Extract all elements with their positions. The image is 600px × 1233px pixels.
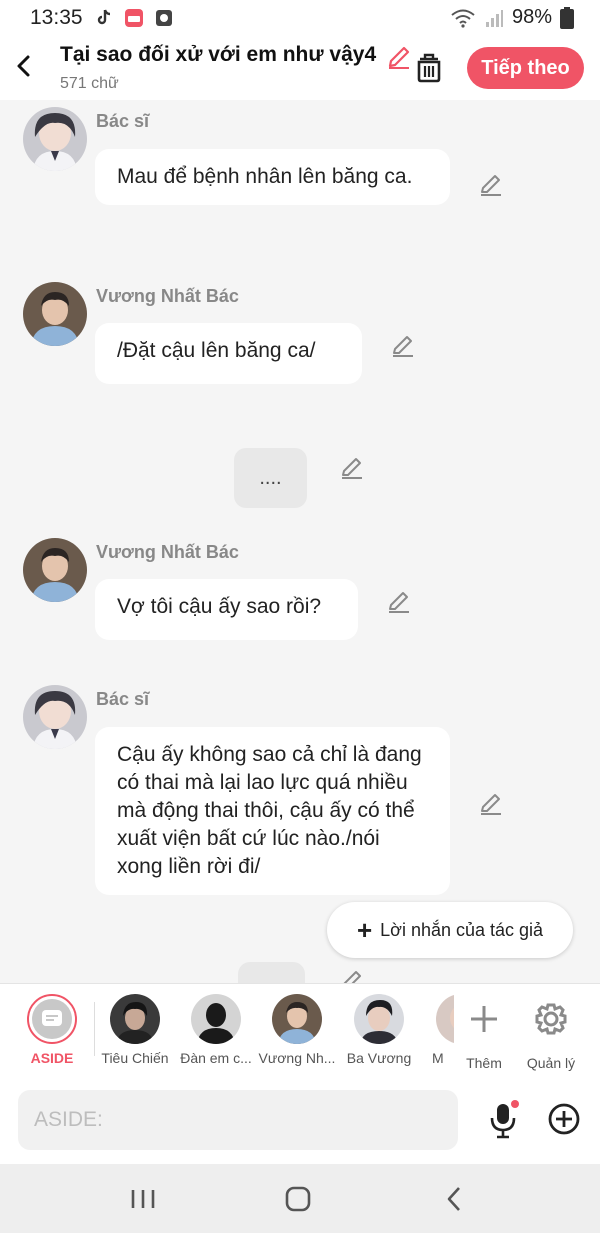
battery-percent: 98% [511,6,552,28]
plus-icon [471,1006,497,1032]
recent-apps-icon[interactable] [123,1182,163,1216]
mangatoon-icon [125,9,143,27]
avatar-vuong-nhat-bac[interactable] [23,282,87,346]
message-bubble[interactable]: /Đặt cậu lên băng ca/ [95,323,362,384]
narration-bubble-partial[interactable] [238,962,305,983]
gear-icon [535,1003,567,1035]
character-label: Vương Nh... [258,1050,336,1066]
message-bubble[interactable]: Mau để bệnh nhân lên băng ca. [95,149,450,205]
tiktok-icon [97,9,111,25]
edit-message-pencil-icon[interactable] [339,455,365,481]
manage-characters-button[interactable]: Quản lý [509,994,593,1071]
chapter-title: Tại sao đối xử với em như vậy4 [60,43,377,66]
character-vuong-nhat-bac[interactable]: Vương Nh... [255,994,339,1066]
character-label: Ba Vương [346,1050,412,1066]
plus-icon: + [356,915,373,945]
status-right: 98% [450,6,574,29]
status-time: 13:35 [30,6,83,29]
avatar-vuong-nhat-bac[interactable] [23,538,87,602]
edit-message-pencil-icon[interactable] [478,791,504,817]
app-notification-icon [156,10,172,26]
character-tieu-chien[interactable]: Tiêu Chiến [93,994,177,1066]
home-icon[interactable] [278,1182,318,1216]
character-bar: ASIDE Tiêu Chiến Đàn em c... Vương Nh...… [0,983,600,1080]
character-avatar [272,994,322,1044]
speaker-name: Bác sĩ [96,111,150,131]
author-note-label: Lời nhắn của tác giả [380,919,544,940]
add-circle-icon[interactable] [547,1102,581,1136]
message-bubble[interactable]: Vợ tôi cậu ấy sao rồi? [95,579,358,640]
battery-icon [560,6,574,29]
edit-message-pencil-icon[interactable] [478,172,504,198]
signal-icon [485,9,503,27]
trash-icon[interactable] [414,52,444,84]
avatar-doctor[interactable] [23,685,87,749]
speaker-name: Vương Nhất Bác [96,286,239,306]
wifi-icon [451,9,475,28]
character-label: Tiêu Chiến [101,1050,169,1066]
speaker-name: Vương Nhất Bác [96,542,239,562]
character-label: Quản lý [526,1055,576,1071]
character-avatar [191,994,241,1044]
character-aside[interactable]: ASIDE [10,994,94,1066]
message-input[interactable] [18,1090,458,1150]
aside-icon [27,994,77,1044]
story-header: Tại sao đối xử với em như vậy4 571 chữ T… [0,36,600,100]
speaker-name: Bác sĩ [96,689,150,709]
edit-message-pencil-icon[interactable] [390,333,416,359]
chat-area: Bác sĩ Mau để bệnh nhân lên băng ca. Vươ… [0,100,600,983]
notification-icons [94,8,174,28]
edit-title-pencil-icon[interactable] [386,44,412,70]
microphone-icon[interactable] [486,1100,520,1140]
edit-message-pencil-icon[interactable] [386,589,412,615]
character-label: ASIDE [30,1050,74,1066]
edit-message-pencil-icon[interactable] [339,968,365,983]
status-bar: 13:35 98% [0,0,600,36]
system-nav-bar [0,1164,600,1233]
message-bubble[interactable]: Cậu ấy không sao cả chỉ là đang có thai … [95,727,450,895]
word-count: 571 chữ [60,75,119,92]
author-note-button[interactable]: + Lời nhắn của tác giả [327,902,573,958]
character-label: Đàn em c... [180,1050,252,1066]
system-back-icon[interactable] [435,1182,475,1216]
next-button[interactable]: Tiếp theo [467,47,584,89]
character-avatar [354,994,404,1044]
character-avatar [110,994,160,1044]
avatar-doctor[interactable] [23,107,87,171]
input-bar [0,1078,600,1164]
back-arrow-icon[interactable] [10,52,38,80]
narration-bubble[interactable]: .... [234,448,307,508]
character-dan-em[interactable]: Đàn em c... [174,994,258,1066]
character-ba-vuong[interactable]: Ba Vương [337,994,421,1066]
